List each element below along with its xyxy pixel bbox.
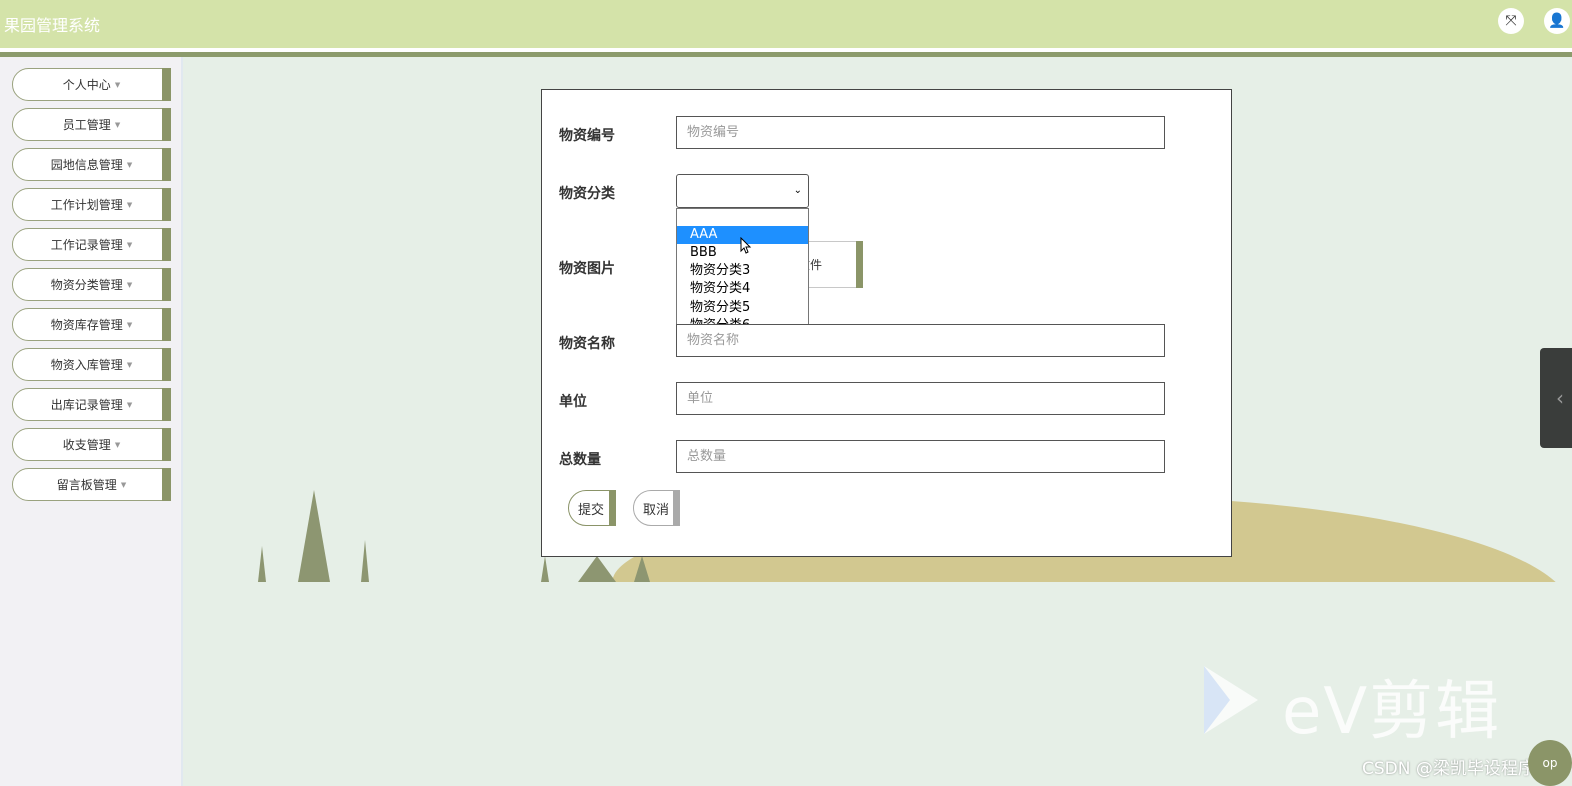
unit-label: 单位 bbox=[559, 394, 587, 410]
category-dropdown: AAA BBB 物资分类3 物资分类4 物资分类5 物资分类6 bbox=[676, 208, 809, 336]
sidebar-item-label: 出库记录管理 bbox=[50, 398, 123, 412]
sidebar-item-label: 园地信息管理 bbox=[50, 158, 123, 172]
cancel-button[interactable]: 取消 bbox=[633, 490, 680, 526]
chevron-down-icon: ⌄ bbox=[793, 185, 802, 196]
category-select[interactable]: ⌄ bbox=[676, 174, 809, 208]
sidebar-item-label: 个人中心 bbox=[62, 78, 111, 92]
caret-down-icon: ▼ bbox=[114, 80, 121, 89]
chevron-left-icon: ‹ bbox=[1556, 386, 1564, 410]
background-tree bbox=[541, 556, 549, 582]
sidebar-item-field-info[interactable]: 园地信息管理 ▼ bbox=[12, 148, 171, 181]
dropdown-option[interactable] bbox=[677, 209, 808, 227]
back-to-top-button[interactable]: op bbox=[1528, 740, 1572, 786]
sidebar-item-finance[interactable]: 收支管理 ▼ bbox=[12, 428, 171, 461]
background-tree bbox=[578, 556, 616, 582]
caret-down-icon: ▼ bbox=[120, 480, 127, 489]
sidebar-item-label: 员工管理 bbox=[62, 118, 111, 132]
watermark-brand: eV剪辑 bbox=[1282, 675, 1502, 749]
sidebar-item-accent bbox=[162, 108, 171, 141]
unit-input[interactable] bbox=[676, 382, 1165, 415]
caret-down-icon: ▼ bbox=[126, 320, 133, 329]
category-label: 物资分类 bbox=[559, 186, 615, 202]
sidebar-item-accent bbox=[162, 428, 171, 461]
background-tree bbox=[258, 546, 266, 582]
sidebar-item-material-inbound[interactable]: 物资入库管理 ▼ bbox=[12, 348, 171, 381]
sidebar-item-work-plan[interactable]: 工作计划管理 ▼ bbox=[12, 188, 171, 221]
user-icon: 👤 bbox=[1548, 13, 1566, 29]
submit-button-label: 提交 bbox=[578, 502, 605, 518]
sidebar-item-outbound-record[interactable]: 出库记录管理 ▼ bbox=[12, 388, 171, 421]
name-label: 物资名称 bbox=[559, 336, 615, 352]
sidebar-item-label: 物资入库管理 bbox=[50, 358, 123, 372]
sidebar-item-material-category[interactable]: 物资分类管理 ▼ bbox=[12, 268, 171, 301]
background-tree bbox=[298, 490, 330, 582]
image-label: 物资图片 bbox=[559, 261, 615, 277]
code-label: 物资编号 bbox=[559, 128, 615, 144]
sidebar-item-label: 物资分类管理 bbox=[50, 278, 123, 292]
sidebar-item-accent bbox=[162, 468, 171, 501]
ev-logo-icon bbox=[1204, 666, 1258, 734]
app-title: 果园管理系统 bbox=[4, 16, 101, 35]
sidebar-item-work-record[interactable]: 工作记录管理 ▼ bbox=[12, 228, 171, 261]
caret-down-icon: ▼ bbox=[114, 440, 121, 449]
user-button[interactable]: 👤 bbox=[1544, 8, 1570, 34]
caret-down-icon: ▼ bbox=[126, 200, 133, 209]
fullscreen-icon: ⤧ bbox=[1505, 13, 1517, 29]
total-label: 总数量 bbox=[559, 452, 601, 468]
caret-down-icon: ▼ bbox=[126, 280, 133, 289]
code-input[interactable] bbox=[676, 116, 1165, 149]
sidebar-item-accent bbox=[162, 348, 171, 381]
top-header: 果园管理系统 ⤧ 👤 bbox=[0, 0, 1572, 57]
dropdown-option[interactable]: 物资分类3 bbox=[677, 262, 808, 280]
material-form-card: 物资编号 物资分类 ⌄ 物资图片 文件 AAA BBB 物资分类3 物资分类4 … bbox=[541, 89, 1232, 557]
sidebar-item-staff[interactable]: 员工管理 ▼ bbox=[12, 108, 171, 141]
back-to-top-label: op bbox=[1542, 756, 1558, 770]
cancel-button-accent bbox=[673, 490, 680, 526]
sidebar-item-accent bbox=[162, 268, 171, 301]
sidebar: 个人中心 ▼ 员工管理 ▼ 园地信息管理 ▼ 工作计划管理 ▼ 工作记录管理 ▼ 物资分类… bbox=[0, 57, 183, 786]
side-panel-toggle[interactable]: ‹ bbox=[1540, 348, 1572, 448]
csdn-watermark: CSDN @梁凯毕设程序 bbox=[1362, 759, 1535, 779]
sidebar-item-label: 工作计划管理 bbox=[50, 198, 123, 212]
mouse-cursor-icon bbox=[740, 237, 752, 254]
fullscreen-button[interactable]: ⤧ bbox=[1498, 8, 1524, 34]
upload-button-accent bbox=[856, 241, 863, 288]
caret-down-icon: ▼ bbox=[126, 360, 133, 369]
caret-down-icon: ▼ bbox=[126, 240, 133, 249]
dropdown-option[interactable]: 物资分类5 bbox=[677, 299, 808, 317]
total-input[interactable] bbox=[676, 440, 1165, 473]
sidebar-item-material-stock[interactable]: 物资库存管理 ▼ bbox=[12, 308, 171, 341]
sidebar-item-label: 工作记录管理 bbox=[50, 238, 123, 252]
cancel-button-label: 取消 bbox=[643, 502, 670, 518]
submit-button-accent bbox=[609, 490, 616, 526]
sidebar-item-label: 留言板管理 bbox=[56, 478, 117, 492]
dropdown-option[interactable]: 物资分类4 bbox=[677, 280, 808, 298]
header-divider-dark bbox=[0, 52, 1572, 57]
background-tree bbox=[634, 556, 650, 582]
caret-down-icon: ▼ bbox=[114, 120, 121, 129]
sidebar-item-accent bbox=[162, 188, 171, 221]
sidebar-item-accent bbox=[162, 308, 171, 341]
name-input[interactable] bbox=[676, 324, 1165, 357]
submit-button[interactable]: 提交 bbox=[568, 490, 616, 526]
sidebar-item-label: 收支管理 bbox=[62, 438, 111, 452]
background-tree bbox=[361, 540, 369, 582]
sidebar-item-accent bbox=[162, 148, 171, 181]
caret-down-icon: ▼ bbox=[126, 400, 133, 409]
sidebar-item-personal-center[interactable]: 个人中心 ▼ bbox=[12, 68, 171, 101]
sidebar-item-label: 物资库存管理 bbox=[50, 318, 123, 332]
caret-down-icon: ▼ bbox=[126, 160, 133, 169]
sidebar-item-accent bbox=[162, 228, 171, 261]
sidebar-item-accent bbox=[162, 388, 171, 421]
sidebar-item-message-board[interactable]: 留言板管理 ▼ bbox=[12, 468, 171, 501]
sidebar-item-accent bbox=[162, 68, 171, 101]
